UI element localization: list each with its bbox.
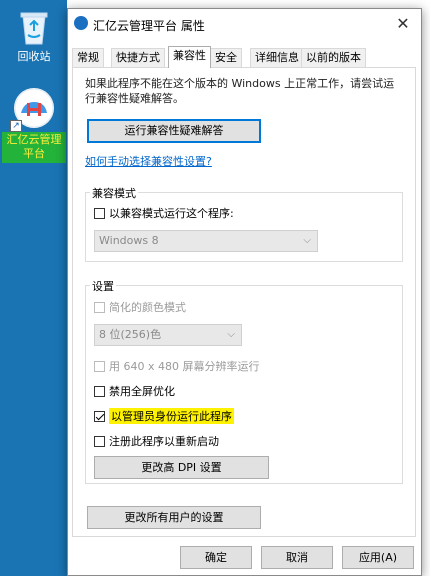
recycle-bin-shortcut[interactable]: 回收站 [3,8,65,64]
disable-fullscreen-label: 禁用全屏优化 [109,385,175,398]
color-depth-value: 8 位(256)色 [99,328,162,341]
run-as-admin-label: 以管理员身份运行此程序 [109,408,234,424]
run-as-admin-checkbox-box[interactable] [94,410,105,422]
change-dpi-button[interactable]: 更改高 DPI 设置 [94,456,269,479]
compat-mode-title: 兼容模式 [90,185,138,201]
settings-title: 设置 [90,278,116,294]
settings-group: 设置 简化的颜色模式 8 位(256)色 ⌵ 用 640 x 480 屏幕分辨率… [85,278,403,484]
desktop: 回收站 ↗ 汇亿云管理平台 [0,0,67,576]
window-title: 汇亿云管理平台 属性 [93,19,205,33]
tab-security[interactable]: 安全 [210,48,242,67]
reduced-color-checkbox[interactable]: 简化的颜色模式 [94,299,186,315]
color-depth-select[interactable]: 8 位(256)色 ⌵ [94,324,242,346]
disable-fullscreen-checkbox[interactable]: 禁用全屏优化 [94,383,175,399]
register-restart-checkbox[interactable]: 注册此程序以重新启动 [94,433,219,449]
recycle-bin-label: 回收站 [17,50,51,63]
app-title-icon [74,16,88,30]
intro-text: 如果此程序不能在这个版本的 Windows 上正常工作，请尝试运行兼容性疑难解答… [85,77,395,105]
dialog-footer: 确定 取消 应用(A) [68,544,421,576]
change-all-users-button[interactable]: 更改所有用户的设置 [87,506,261,529]
compatibility-panel: 如果此程序不能在这个版本的 Windows 上正常工作，请尝试运行兼容性疑难解答… [72,67,416,537]
tab-compatibility[interactable]: 兼容性 [168,46,211,68]
res-640-label: 用 640 x 480 屏幕分辨率运行 [109,360,260,373]
title-bar[interactable]: 汇亿云管理平台 属性 ✕ [68,9,421,39]
reduced-color-label: 简化的颜色模式 [109,301,186,314]
register-restart-checkbox-box[interactable] [94,435,105,447]
app-shortcut[interactable]: ↗ 汇亿云管理平台 [2,88,66,163]
ok-button[interactable]: 确定 [180,546,252,569]
tab-details[interactable]: 详细信息 [250,48,304,67]
run-troubleshooter-button[interactable]: 运行兼容性疑难解答 [87,119,261,143]
manual-settings-link[interactable]: 如何手动选择兼容性设置? [85,153,212,169]
close-icon: ✕ [396,14,410,33]
compat-mode-checkbox-box[interactable] [94,207,105,219]
chevron-down-icon: ⌵ [227,329,235,340]
tab-previous-versions[interactable]: 以前的版本 [301,48,366,67]
apply-button[interactable]: 应用(A) [342,546,414,569]
res-640-checkbox[interactable]: 用 640 x 480 屏幕分辨率运行 [94,358,260,374]
close-button[interactable]: ✕ [385,9,421,39]
disable-fullscreen-checkbox-box[interactable] [94,385,105,397]
res-640-checkbox-box[interactable] [94,360,105,372]
compat-mode-checkbox-label: 以兼容模式运行这个程序: [109,207,234,220]
reduced-color-checkbox-box[interactable] [94,301,105,313]
run-as-admin-checkbox[interactable]: 以管理员身份运行此程序 [94,408,234,424]
chevron-down-icon: ⌵ [303,235,311,246]
app-logo-icon: ↗ [10,88,54,132]
recycle-bin-icon [17,8,51,46]
properties-dialog: 汇亿云管理平台 属性 ✕ 常规 快捷方式 兼容性 安全 详细信息 以前的版本 如… [67,8,422,576]
cancel-button[interactable]: 取消 [261,546,333,569]
tab-shortcut[interactable]: 快捷方式 [111,48,165,67]
tab-general[interactable]: 常规 [72,48,104,67]
compat-mode-group: 兼容模式 以兼容模式运行这个程序: Windows 8 ⌵ [85,185,403,262]
shortcut-arrow-icon: ↗ [10,120,22,132]
compat-os-value: Windows 8 [99,234,159,247]
compat-os-select[interactable]: Windows 8 ⌵ [94,230,318,252]
register-restart-label: 注册此程序以重新启动 [109,435,219,448]
compat-mode-checkbox[interactable]: 以兼容模式运行这个程序: [94,205,234,221]
app-shortcut-label: 汇亿云管理平台 [2,132,66,163]
